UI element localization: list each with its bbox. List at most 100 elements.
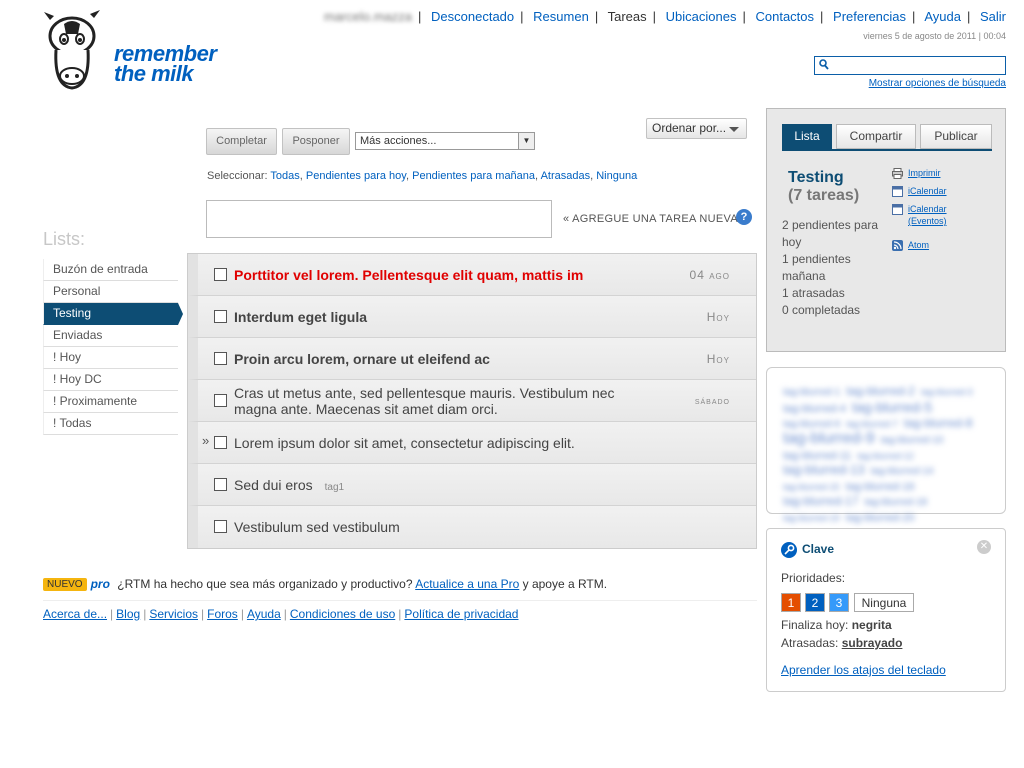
nav-overview[interactable]: Resumen (533, 9, 589, 24)
tag-cloud-item[interactable]: tag-blurred-9 (783, 431, 875, 447)
keyboard-shortcuts-link[interactable]: Aprender los atajos del teclado (781, 663, 946, 677)
tag-cloud-item[interactable]: tag-blurred-19 (783, 511, 840, 525)
print-link[interactable]: Imprimir (908, 168, 941, 178)
tag-cloud-item[interactable]: tag-blurred-16 (846, 480, 915, 494)
select-all-link[interactable]: Todas (270, 170, 299, 182)
tag-cloud-item[interactable]: tag-blurred-20 (846, 511, 915, 525)
help-icon[interactable]: ? (736, 209, 752, 225)
rtm-logo[interactable]: remember the milk (42, 8, 232, 93)
more-actions-select[interactable]: Más acciones... ▼ (355, 132, 535, 150)
task-row[interactable]: » Lorem ipsum dolor sit amet, consectetu… (188, 422, 756, 464)
footer-separator: | (143, 607, 147, 621)
select-due-tomorrow-link[interactable]: Pendientes para mañana (412, 170, 535, 182)
nav-logout[interactable]: Salir (980, 9, 1006, 24)
icalendar-link-row[interactable]: iCalendar (892, 185, 958, 197)
tag-cloud-item[interactable]: tag-blurred-7 (846, 417, 898, 431)
task-name[interactable]: Vestibulum sed vestibulum (234, 519, 400, 535)
task-row[interactable]: Interdum eget ligula Hoy (188, 296, 756, 338)
task-tag[interactable]: tag1 (325, 482, 344, 493)
task-name-wrap[interactable]: Sed dui eros tag1 (234, 477, 344, 493)
list-details-panel: Lista Compartir Publicar Testing (7 tare… (766, 108, 1006, 352)
nav-tasks[interactable]: Tareas (608, 9, 647, 24)
list-item-today[interactable]: ! Hoy (43, 347, 178, 369)
list-item-personal[interactable]: Personal (43, 281, 178, 303)
search-box[interactable] (814, 56, 1006, 75)
tag-cloud-item[interactable]: tag-blurred-11 (783, 449, 851, 463)
atom-link[interactable]: Atom (908, 240, 929, 250)
list-item-upcoming[interactable]: ! Proximamente (43, 391, 178, 413)
task-checkbox[interactable] (214, 478, 227, 491)
icalendar-events-link-row[interactable]: iCalendar (Eventos) (892, 203, 958, 227)
icalendar-events-link[interactable]: iCalendar (Eventos) (908, 203, 958, 227)
add-task-input[interactable] (206, 200, 552, 238)
tag-cloud-item[interactable]: tag-blurred-4 (783, 402, 846, 416)
atom-link-row[interactable]: Atom (892, 239, 958, 251)
task-checkbox[interactable] (214, 394, 227, 407)
tag-cloud-item[interactable]: tag-blurred-5 (852, 400, 932, 414)
task-row[interactable]: Sed dui eros tag1 (188, 464, 756, 506)
priority-1-swatch: 1 (781, 593, 801, 612)
footer-blog-link[interactable]: Blog (116, 607, 140, 621)
task-checkbox[interactable] (214, 520, 227, 533)
tab-list[interactable]: Lista (782, 124, 832, 149)
add-task-link[interactable]: « AGREGUE UNA TAREA NUEVA (563, 213, 738, 225)
nav-contacts[interactable]: Contactos (755, 9, 814, 24)
tag-cloud-item[interactable]: tag-blurred-2 (846, 384, 915, 398)
search-options-link[interactable]: Mostrar opciones de búsqueda (869, 78, 1006, 89)
select-none-link[interactable]: Ninguna (596, 170, 637, 182)
tag-cloud-item[interactable]: tag-blurred-10 (881, 434, 944, 448)
task-row[interactable]: Vestibulum sed vestibulum (188, 506, 756, 548)
task-name[interactable]: Cras ut metus ante, sed pellentesque mau… (234, 385, 654, 417)
nav-locations[interactable]: Ubicaciones (666, 9, 737, 24)
footer-privacy-link[interactable]: Política de privacidad (404, 607, 518, 621)
footer-forums-link[interactable]: Foros (207, 607, 238, 621)
icalendar-link[interactable]: iCalendar (908, 186, 947, 196)
tab-share[interactable]: Compartir (836, 124, 916, 149)
task-name[interactable]: Porttitor vel lorem. Pellentesque elit q… (234, 267, 583, 283)
select-due-today-link[interactable]: Pendientes para hoy (306, 170, 406, 182)
task-checkbox[interactable] (214, 436, 227, 449)
tag-cloud: tag-blurred-1 tag-blurred-2 tag-blurred-3t… (766, 367, 1006, 524)
tag-cloud-item[interactable]: tag-blurred-8 (904, 416, 973, 430)
task-row[interactable]: Proin arcu lorem, ornare ut eleifend ac … (188, 338, 756, 380)
postpone-button[interactable]: Posponer (282, 128, 350, 155)
tag-cloud-item[interactable]: tag-blurred-3 (921, 385, 973, 399)
stat-completed: 0 completadas (782, 303, 861, 317)
nav-help[interactable]: Ayuda (924, 9, 961, 24)
tag-cloud-item[interactable]: tag-blurred-12 (857, 449, 914, 463)
task-name[interactable]: Interdum eget ligula (234, 309, 367, 325)
tag-cloud-item[interactable]: tag-blurred-18 (864, 496, 927, 510)
select-overdue-link[interactable]: Atrasadas (541, 170, 591, 182)
tag-cloud-item[interactable]: tag-blurred-13 (783, 463, 865, 477)
list-item-sent[interactable]: Enviadas (43, 325, 178, 347)
list-item-today-dc[interactable]: ! Hoy DC (43, 369, 178, 391)
list-item-inbox[interactable]: Buzón de entrada (43, 259, 178, 281)
task-checkbox[interactable] (214, 352, 227, 365)
tag-cloud-item[interactable]: tag-blurred-14 (871, 465, 934, 479)
complete-button[interactable]: Completar (206, 128, 277, 155)
print-link-row[interactable]: Imprimir (892, 167, 958, 179)
task-row[interactable]: Cras ut metus ante, sed pellentesque mau… (188, 380, 756, 422)
footer-terms-link[interactable]: Condiciones de uso (290, 607, 395, 621)
task-row[interactable]: Porttitor vel lorem. Pellentesque elit q… (188, 254, 756, 296)
tag-cloud-item[interactable]: tag-blurred-17 (783, 494, 858, 508)
footer-services-link[interactable]: Servicios (149, 607, 198, 621)
list-item-testing[interactable]: Testing (43, 303, 183, 325)
sort-button[interactable]: Ordenar por... (646, 118, 747, 139)
nav-disconnected[interactable]: Desconectado (431, 9, 514, 24)
nav-settings[interactable]: Preferencias (833, 9, 906, 24)
task-checkbox[interactable] (214, 310, 227, 323)
close-icon[interactable]: ✕ (977, 540, 991, 554)
task-name[interactable]: Lorem ipsum dolor sit amet, consectetur … (234, 435, 575, 451)
key-due-today: Finaliza hoy: negrita (781, 618, 892, 632)
task-checkbox[interactable] (214, 268, 227, 281)
tag-cloud-item[interactable]: tag-blurred-15 (783, 480, 840, 494)
footer-about-link[interactable]: Acerca de... (43, 607, 107, 621)
list-item-all[interactable]: ! Todas (43, 413, 178, 435)
footer-help-link[interactable]: Ayuda (247, 607, 281, 621)
task-name[interactable]: Proin arcu lorem, ornare ut eleifend ac (234, 351, 490, 367)
search-input[interactable] (833, 58, 1001, 73)
tab-publish[interactable]: Publicar (920, 124, 992, 149)
tag-cloud-item[interactable]: tag-blurred-1 (783, 386, 840, 400)
upgrade-link[interactable]: Actualice a una Pro (415, 577, 519, 591)
